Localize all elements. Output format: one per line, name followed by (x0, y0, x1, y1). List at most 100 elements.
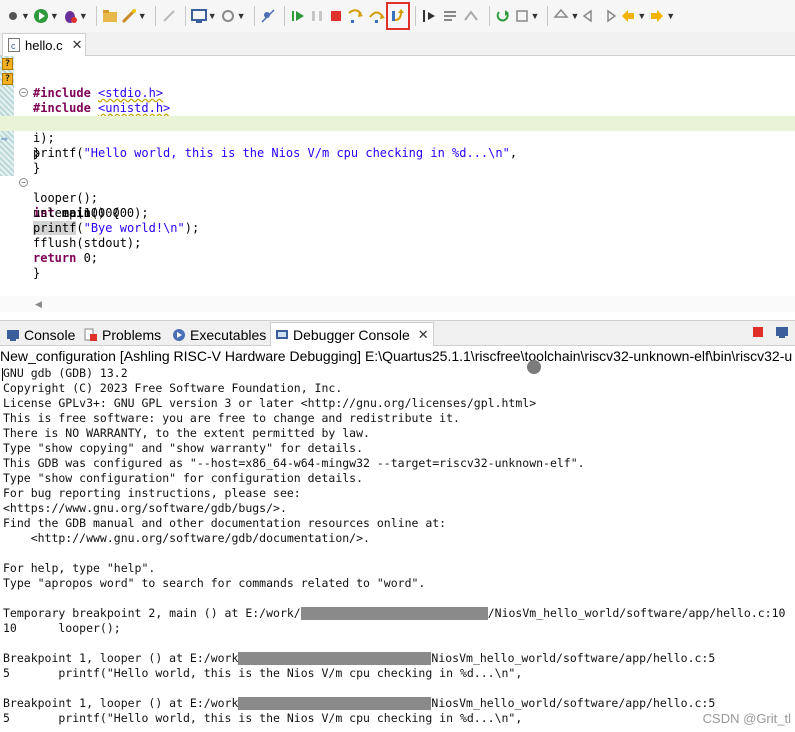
toolbar-separator (154, 6, 156, 26)
console-text: /NiosVm_hello_world/software/app/hello.c… (487, 606, 786, 620)
terminal-icon[interactable]: ▼ (190, 5, 217, 27)
console-line: GNU gdb (GDB) 13.2 (3, 366, 128, 380)
terminate-icon[interactable] (751, 325, 765, 339)
toolbar-separator (283, 6, 285, 26)
console-text: Breakpoint 1, looper () at E:/work (3, 696, 239, 710)
tab-label: Problems (102, 327, 162, 343)
restart-icon[interactable] (495, 5, 511, 27)
close-icon[interactable]: ✕ (418, 327, 429, 343)
debugger-console-icon (276, 329, 288, 339)
nav-up-icon[interactable]: ▼ (553, 5, 579, 27)
display-selected-console-icon[interactable] (775, 325, 789, 339)
console-line: 10 looper(); (3, 621, 121, 635)
editor-tab-hello-c[interactable]: c hello.c ✕ (2, 33, 86, 56)
console-line: There is NO WARRANTY, to the extent perm… (3, 426, 370, 440)
console-line: <http://www.gnu.org/software/gdb/documen… (3, 531, 370, 545)
toolbar-separator (253, 6, 255, 26)
nav-forward-icon[interactable] (601, 5, 617, 27)
tab-label: Debugger Console (293, 326, 410, 343)
c-file-icon: c (8, 38, 20, 52)
fold-toggle-icon[interactable]: − (19, 88, 28, 97)
code-line: usleep(1000000); (33, 206, 149, 220)
fold-toggle-icon[interactable]: − (19, 178, 28, 187)
console-line: License GPLv3+: GNU GPL version 3 or lat… (3, 396, 537, 410)
warning-icon: ? (2, 58, 13, 70)
code-line: } (33, 161, 41, 175)
code-line: for (int i = 0; i < 1000; ++i) { (0, 101, 795, 130)
settings-icon[interactable]: ▼ (220, 5, 246, 27)
toolbar-separator (414, 6, 416, 26)
step-return-icon[interactable] (385, 2, 410, 30)
text-caret (2, 368, 3, 381)
console-line: For bug reporting instructions, please s… (3, 486, 301, 500)
code-line: } (33, 266, 41, 280)
terminate-icon[interactable] (328, 5, 344, 27)
nav-back-icon[interactable] (582, 5, 598, 27)
suspend-icon[interactable] (309, 5, 325, 27)
code-line: ? #include <unistd.h> (0, 71, 795, 115)
console-line-breakpoint: Breakpoint 1, looper () at E:/work NiosVm… (3, 696, 715, 711)
warning-icon: ? (2, 73, 13, 85)
code-line: } (33, 146, 41, 160)
code-line: ? #include <stdio.h> (0, 56, 795, 100)
tab-label: Executables (190, 327, 267, 343)
watermark: CSDN @Grit_tl (702, 711, 791, 726)
console-line: Copyright (C) 2023 Free Software Foundat… (3, 381, 343, 395)
tab-console[interactable]: Console (6, 324, 75, 346)
wand-icon[interactable]: ▼ (121, 5, 147, 27)
console-line: 5 printf("Hello world, this is the Nios … (3, 666, 523, 680)
main-toolbar: ▼ ▼ ▼ ▼ ▼ ▼ ▼ ▼ ▼ ▼ (0, 0, 795, 32)
panel-actions (751, 325, 789, 339)
redacted-path (238, 697, 432, 710)
code-editor[interactable]: ? #include <stdio.h> ? #include <unistd.… (0, 56, 795, 314)
edit-icon[interactable] (161, 5, 177, 27)
code-line: i); (33, 131, 55, 145)
run-icon[interactable]: ▼ (33, 5, 59, 27)
redacted-path (238, 652, 432, 665)
executables-icon (173, 329, 185, 341)
step-into-icon[interactable] (347, 5, 365, 27)
close-icon[interactable]: ✕ (72, 37, 83, 53)
resume-icon[interactable] (290, 5, 306, 27)
current-line: ⇨ printf("Hello world, this is the Nios … (0, 116, 795, 160)
console-line: 5 printf("Hello world, this is the Nios … (3, 711, 523, 725)
tab-problems[interactable]: Problems (84, 324, 161, 346)
console-text: NiosVm_hello_world/software/app/hello.c:… (431, 696, 716, 710)
step-over-icon[interactable] (368, 5, 386, 27)
tab-executables[interactable]: Executables (172, 324, 266, 346)
toolbar-separator (488, 6, 490, 26)
tab-debugger-console[interactable]: Debugger Console ✕ (270, 322, 434, 346)
code-line: looper(); (33, 191, 99, 205)
toolbar-separator (95, 6, 97, 26)
bottom-panel-tabs: Console Problems Executables Debugger Co… (0, 320, 795, 346)
console-line: Find the GDB manual and other documentat… (3, 516, 447, 530)
drop-to-frame-icon[interactable] (463, 5, 481, 27)
console-text: Breakpoint 1, looper () at E:/work (3, 651, 239, 665)
console-line: This GDB was configured as "--host=x86_6… (3, 456, 585, 470)
console-line: This is free software: you are free to c… (3, 411, 460, 425)
problems-icon (84, 328, 97, 341)
svg-text:c: c (11, 41, 16, 51)
console-text: Temporary breakpoint 2, main () at E:/wo… (3, 606, 301, 620)
instruction-step-icon[interactable] (421, 5, 439, 27)
horizontal-scrollbar[interactable]: ◀ (0, 296, 795, 312)
new-icon[interactable]: ▼ (6, 5, 30, 27)
code-line: printf("Bye world!\n"); (33, 221, 200, 235)
launch-configuration-line: New_configuration [Ashling RISC-V Hardwa… (0, 346, 795, 366)
debug-icon[interactable]: ▼ (62, 5, 88, 27)
scroll-left-icon[interactable]: ◀ (35, 299, 42, 310)
console-line: Type "show configuration" for configurat… (3, 471, 364, 485)
skip-breakpoints-icon[interactable] (260, 5, 276, 27)
console-text: NiosVm_hello_world/software/app/hello.c:… (431, 651, 716, 665)
use-step-filters-icon[interactable] (442, 5, 460, 27)
tab-label: Console (24, 327, 76, 343)
mouse-cursor-dot (527, 360, 541, 374)
back-arrow-icon[interactable]: ▼ (620, 5, 646, 27)
console-line: For help, type "help". (3, 561, 156, 575)
forward-arrow-icon[interactable]: ▼ (649, 5, 675, 27)
external-tools-icon[interactable]: ▼ (514, 5, 539, 27)
open-folder-icon[interactable] (102, 5, 118, 27)
toolbar-separator (184, 6, 186, 26)
code-line: − void looper() { (0, 86, 795, 130)
debugger-console-output[interactable]: GNU gdb (GDB) 13.2 Copyright (C) 2023 Fr… (0, 366, 795, 732)
